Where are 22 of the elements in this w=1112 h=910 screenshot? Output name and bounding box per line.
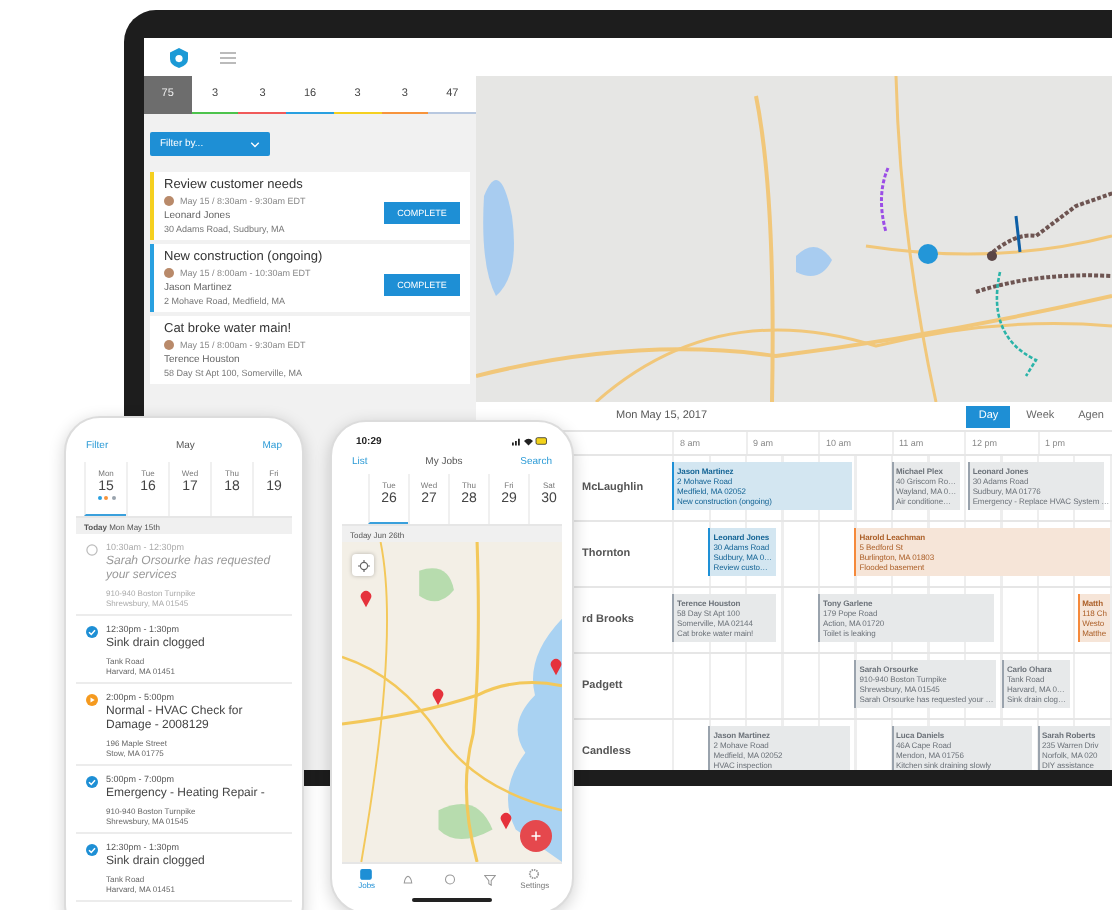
bell-icon xyxy=(402,873,415,885)
map-pin-icon[interactable] xyxy=(500,812,512,830)
locate-button[interactable] xyxy=(352,554,374,576)
funnel-icon xyxy=(484,873,497,885)
avatar-icon xyxy=(164,340,174,350)
avatar-icon xyxy=(164,268,174,278)
avatar-icon xyxy=(164,196,174,206)
plus-icon xyxy=(530,830,542,842)
check-icon xyxy=(86,775,98,787)
calendar-icon xyxy=(360,867,373,880)
map-pin-icon[interactable] xyxy=(360,590,372,608)
status-icons xyxy=(512,436,548,446)
shield-logo-icon xyxy=(170,47,188,67)
check-icon xyxy=(86,625,98,637)
empty-circle-icon xyxy=(86,543,98,555)
crosshair-icon xyxy=(357,559,369,571)
caret-icon xyxy=(250,141,260,147)
check-icon xyxy=(86,843,98,855)
map-pin-icon[interactable] xyxy=(432,688,444,706)
menu-icon[interactable] xyxy=(220,51,236,63)
map-pin-icon[interactable] xyxy=(550,658,562,676)
play-icon xyxy=(86,693,98,705)
